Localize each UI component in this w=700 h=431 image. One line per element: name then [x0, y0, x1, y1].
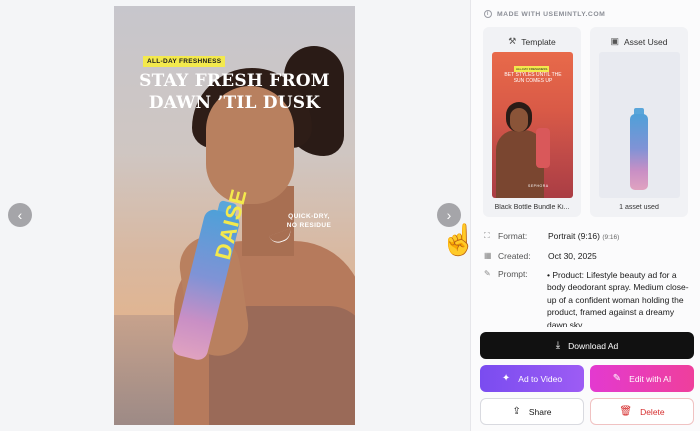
info-icon: i: [484, 10, 492, 18]
template-card-title: Template: [521, 36, 556, 47]
image-icon: ▣: [610, 36, 620, 46]
created-label: Created:: [498, 251, 531, 261]
chevron-right-icon: ›: [446, 207, 452, 223]
calendar-icon: ▦: [484, 251, 492, 260]
pencil-icon: ✎: [484, 269, 491, 278]
trash-icon: 🗑: [619, 405, 633, 417]
share-label: Share: [528, 406, 552, 417]
template-mini-headline: BET STYLES UNTIL THE SUN COMES UP: [504, 72, 562, 84]
edit-with-ai-label: Edit with AI: [629, 373, 672, 384]
template-caption: Black Bottle Bundle Ki...: [494, 204, 570, 211]
asset-card-header: ▣ Asset Used: [590, 36, 688, 47]
chevron-left-icon: ‹: [17, 207, 23, 223]
previous-button[interactable]: ‹: [8, 203, 32, 227]
ad-headline-line-2: DAWN ’TIL DUSK: [148, 93, 321, 113]
magic-wand-icon: ⚒: [508, 36, 517, 46]
created-value: Oct 30, 2025: [548, 251, 597, 261]
format-row: ⛶ Format: Portrait (9:16) (9:16): [484, 231, 619, 241]
asset-card[interactable]: ▣ Asset Used 1 asset used: [590, 27, 688, 217]
asset-caption: 1 asset used: [619, 204, 659, 211]
asset-card-title: Asset Used: [624, 36, 668, 47]
crop-icon: ⛶: [484, 231, 490, 240]
delete-button[interactable]: 🗑 Delete: [590, 398, 694, 425]
download-icon: ⤓: [555, 339, 561, 351]
ad-headline-line-1: STAY FRESH FROM: [139, 71, 330, 91]
prompt-row: ✎ Prompt:: [484, 269, 548, 279]
template-product: [536, 128, 550, 168]
created-row: ▦ Created: Oct 30, 2025: [484, 251, 597, 261]
download-ad-label: Download Ad: [568, 340, 619, 351]
template-card-header: ⚒ Template: [483, 36, 581, 47]
format-value-sub: (9:16): [602, 234, 620, 241]
asset-product-can: [630, 114, 648, 190]
ad-preview-area: DAISE ALL-DAY FRESHNESS STAY FRESH FROM …: [0, 0, 477, 431]
asset-thumbnail: [599, 52, 680, 198]
format-value-text: Portrait (9:16): [548, 231, 600, 241]
prompt-value: • Product: Lifestyle beauty ad for a bod…: [547, 270, 689, 327]
add-to-video-label: Ad to Video: [518, 373, 563, 384]
edit-icon: ✎: [612, 372, 622, 384]
edit-with-ai-button[interactable]: ✎ Edit with AI: [590, 365, 694, 392]
format-label: Format:: [498, 231, 528, 241]
share-button[interactable]: ⇪ Share: [480, 398, 584, 425]
format-value: Portrait (9:16) (9:16): [548, 231, 619, 241]
prompt-label: Prompt:: [498, 269, 528, 279]
magic-wand-icon: ✦: [501, 372, 511, 384]
template-card[interactable]: ⚒ Template ALL-DAY FRESHNESS BET STYLES …: [483, 27, 581, 217]
ad-badge: ALL-DAY FRESHNESS: [143, 56, 226, 67]
ad-headline: STAY FRESH FROM DAWN ’TIL DUSK: [114, 70, 355, 114]
add-to-video-button[interactable]: ✦ Ad to Video: [480, 365, 584, 392]
details-panel: i MADE WITH USEMINTLY.COM ⚒ Template ALL…: [470, 0, 700, 431]
share-icon: ⇪: [512, 405, 521, 417]
ad-callout: QUICK-DRY, NO RESIDUE: [274, 212, 344, 230]
template-thumbnail: ALL-DAY FRESHNESS BET STYLES UNTIL THE S…: [492, 52, 573, 198]
ad-callout-line-2: NO RESIDUE: [286, 222, 332, 229]
made-with-text: MADE WITH USEMINTLY.COM: [497, 10, 606, 18]
template-mini-brand: SEPHORA: [528, 184, 549, 188]
ad-callout-line-1: QUICK-DRY,: [288, 213, 330, 220]
made-with-label: i MADE WITH USEMINTLY.COM: [484, 10, 605, 18]
template-model-face: [510, 108, 528, 132]
download-ad-button[interactable]: ⤓ Download Ad: [480, 332, 694, 359]
delete-label: Delete: [640, 406, 665, 417]
